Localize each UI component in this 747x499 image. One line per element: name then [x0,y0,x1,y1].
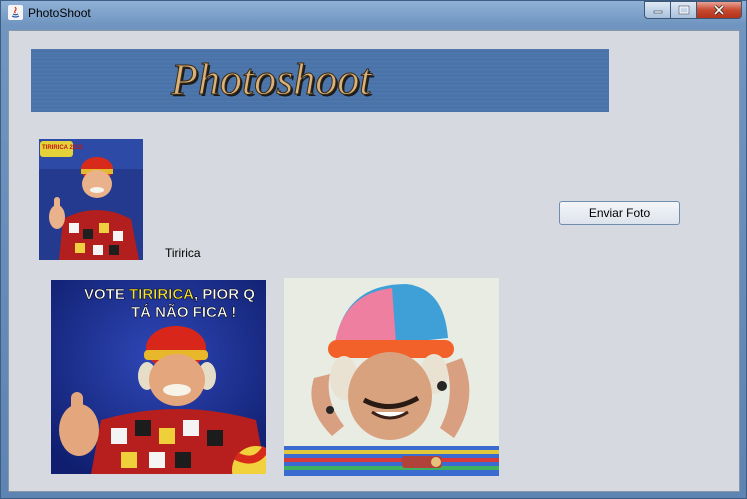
svg-text:TÁ NÃO FICA !: TÁ NÃO FICA ! [131,303,236,321]
photo-campaign[interactable]: VOTE TIRIRICA, PIOR Q TÁ NÃO FICA ! [51,280,266,474]
svg-text:VOTE TIRIRICA, PIOR Q: VOTE TIRIRICA, PIOR Q [84,286,255,303]
photo-portrait[interactable] [284,278,499,476]
maximize-button[interactable] [671,1,697,19]
svg-text:TIRIRICA 2222: TIRIRICA 2222 [42,145,83,151]
tiririca-thumbnail-image: TIRIRICA 2222 [39,139,143,260]
java-app-icon [8,5,23,20]
banner-image: Photoshoot Photoshoot [31,49,609,112]
send-photo-button[interactable]: Enviar Foto [559,201,680,225]
content-panel: Photoshoot Photoshoot TIRIRICA 2222 Tiri… [8,30,740,492]
minimize-button[interactable] [644,1,671,19]
campaign-photo-image: VOTE TIRIRICA, PIOR Q TÁ NÃO FICA ! [51,280,266,474]
minimize-icon [653,10,662,14]
profile-thumbnail[interactable]: TIRIRICA 2222 [39,139,143,260]
close-icon [713,5,725,15]
name-label: Tiririca [165,246,201,260]
title-bar[interactable]: PhotoShoot [1,1,746,25]
window-title: PhotoShoot [28,6,91,20]
banner-logo: Photoshoot Photoshoot [31,49,609,112]
close-button[interactable] [697,1,742,19]
svg-text:Photoshoot: Photoshoot [170,55,373,104]
app-window: PhotoShoot Photoshoot Photoshoot TIRIRIC… [0,0,747,499]
maximize-icon [678,5,689,15]
portrait-photo-image [284,278,499,476]
window-controls [644,1,742,19]
